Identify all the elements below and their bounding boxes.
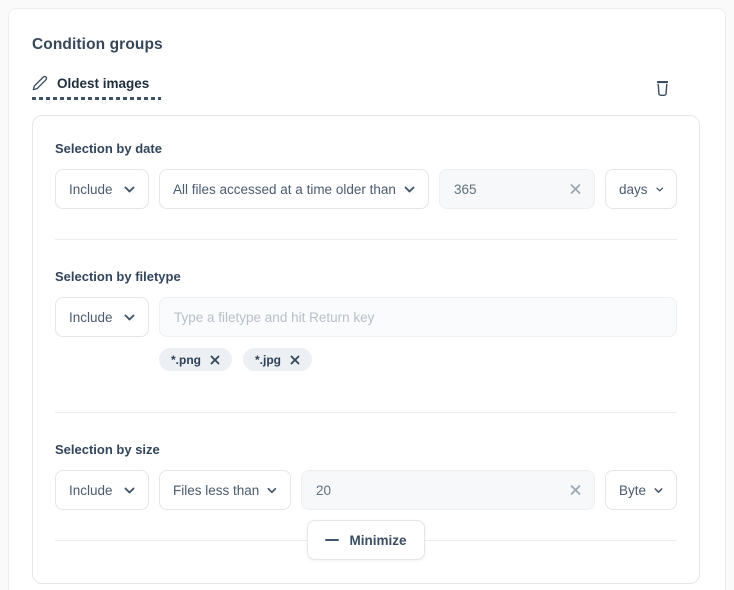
size-include-select[interactable]: Include [55, 470, 149, 510]
date-clear-button[interactable] [567, 181, 584, 198]
date-unit-value: days [619, 182, 648, 197]
date-condition-select[interactable]: All files accessed at a time older than [159, 169, 429, 209]
section-divider [55, 239, 677, 240]
minimize-label: Minimize [349, 533, 406, 548]
size-condition-select[interactable]: Files less than [159, 470, 291, 510]
chevron-down-icon [124, 487, 135, 494]
chevron-down-icon [656, 186, 663, 193]
filetype-field-wrap [159, 297, 677, 337]
minimize-row: Minimize [55, 520, 677, 560]
tag-label: *.png [171, 353, 201, 367]
section-size: Selection by size Include Files less tha… [55, 442, 677, 510]
size-value-input[interactable] [301, 470, 595, 510]
chevron-down-icon [654, 487, 663, 494]
filetype-tag: *.jpg [243, 348, 312, 371]
x-icon [290, 355, 300, 365]
filetype-input[interactable] [159, 297, 677, 337]
page-title: Condition groups [32, 36, 702, 54]
dotted-underline [32, 97, 161, 100]
condition-groups-card: Condition groups Oldest images [8, 8, 726, 590]
minimize-button[interactable]: Minimize [307, 520, 424, 560]
condition-group-panel: Selection by date Include All files acce… [32, 115, 700, 584]
section-date: Selection by date Include All files acce… [55, 141, 677, 209]
date-value-field-wrap [439, 169, 595, 209]
chevron-down-icon [124, 314, 135, 321]
date-condition-value: All files accessed at a time older than [173, 182, 396, 197]
date-include-value: Include [69, 182, 113, 197]
group-name-editable[interactable]: Oldest images [32, 75, 149, 100]
pencil-icon[interactable] [32, 75, 48, 91]
chevron-down-icon [267, 487, 277, 494]
size-clear-button[interactable] [567, 482, 584, 499]
section-heading-filetype: Selection by filetype [55, 269, 677, 284]
size-include-value: Include [69, 483, 113, 498]
group-name: Oldest images [57, 76, 149, 91]
x-icon [569, 183, 582, 196]
group-header: Oldest images [32, 75, 702, 100]
delete-group-button[interactable] [651, 76, 674, 100]
chevron-down-icon [124, 186, 135, 193]
size-unit-select[interactable]: Byte [605, 470, 677, 510]
section-divider [55, 412, 677, 413]
remove-tag-button[interactable] [210, 355, 220, 365]
trash-icon [653, 78, 672, 98]
tag-label: *.jpg [255, 353, 281, 367]
filetype-tags: *.png *.jpg [159, 348, 677, 371]
filetype-tag: *.png [159, 348, 232, 371]
filetype-include-value: Include [69, 310, 113, 325]
section-filetype: Selection by filetype Include *.png [55, 269, 677, 371]
filetype-include-select[interactable]: Include [55, 297, 149, 337]
size-value-field-wrap [301, 470, 595, 510]
x-icon [210, 355, 220, 365]
section-heading-size: Selection by size [55, 442, 677, 457]
x-icon [569, 484, 582, 497]
chevron-down-icon [404, 186, 415, 193]
size-unit-value: Byte [619, 483, 646, 498]
minus-icon [325, 539, 339, 541]
date-unit-select[interactable]: days [605, 169, 677, 209]
remove-tag-button[interactable] [290, 355, 300, 365]
date-include-select[interactable]: Include [55, 169, 149, 209]
section-heading-date: Selection by date [55, 141, 677, 156]
size-condition-value: Files less than [173, 483, 259, 498]
